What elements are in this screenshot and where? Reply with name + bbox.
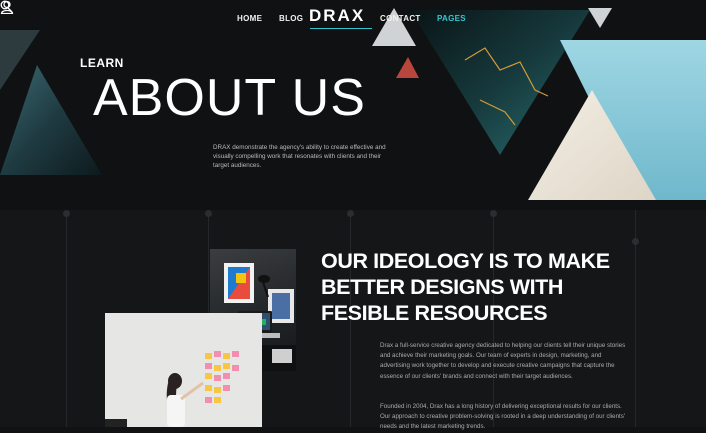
grid-node [205,210,212,217]
ideology-paragraph: Drax a full-service creative agency dedi… [380,342,626,380]
whiteboard-illustration [105,313,262,427]
nav-home-link[interactable]: HOME [237,14,262,23]
whiteboard-photo [105,313,262,427]
triangle-tile [396,57,419,78]
nav-pages-link[interactable]: PAGES [437,14,466,23]
drax-logo[interactable]: DRAX [309,6,365,26]
grid-node [63,210,70,217]
top-navigation: HOME BLOG DRAX CONTACT PAGES [0,0,706,38]
ideology-heading-line: FESIBLE RESOURCES [321,300,548,325]
nav-contact-link[interactable]: CONTACT [380,14,421,23]
hero-eyebrow: LEARN [80,56,124,70]
hero-description: DRAX demonstrate the agency's ability to… [213,144,386,170]
ideology-paragraph: Founded in 2004, Drax has a long history… [380,403,626,431]
ideology-heading-line: OUR IDEOLOGY IS TO MAKE [321,249,610,273]
hero-banner: HOME BLOG DRAX CONTACT PAGES LEARN ABOUT… [0,0,706,210]
page-title: ABOUT US [93,69,366,127]
grid-node [490,210,497,217]
grid-node [632,238,639,245]
triangle-tile [0,65,102,175]
logo-underline [310,28,372,29]
ideology-heading-line: BETTER DESIGNS WITH [321,274,564,299]
nav-blog-link[interactable]: BLOG [279,14,303,23]
grid-node [347,210,354,217]
user-icon[interactable] [0,0,14,14]
ideology-heading: OUR IDEOLOGY IS TO MAKE BETTER DESIGNS W… [321,249,651,326]
grid-line [66,210,67,427]
